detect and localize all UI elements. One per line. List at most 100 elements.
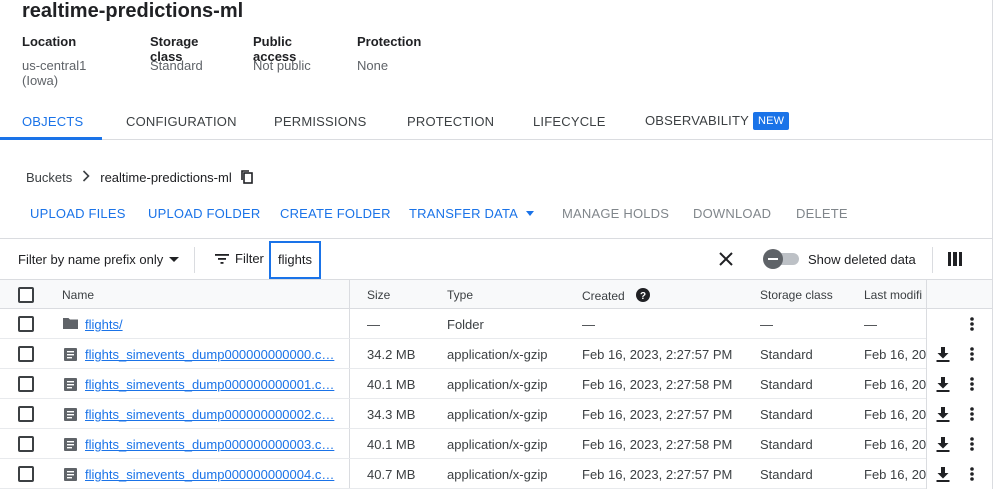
row-checkbox[interactable] (18, 406, 34, 422)
upload-folder-button[interactable]: UPLOAD FOLDER (148, 206, 260, 221)
table-row[interactable]: flights/ — Folder — — — (0, 309, 992, 339)
column-display-icon[interactable] (948, 252, 962, 271)
more-vert-icon[interactable] (970, 347, 974, 361)
object-type: Folder (447, 317, 484, 332)
object-last-modified: Feb 16, 20 (864, 347, 927, 362)
more-vert-icon[interactable] (970, 407, 974, 421)
object-size: 40.7 MB (367, 467, 416, 482)
object-name-link[interactable]: flights_simevents_dump000000000002.c… (85, 407, 334, 422)
manage-holds-button[interactable]: MANAGE HOLDS (562, 206, 669, 221)
object-name-link[interactable]: flights_simevents_dump000000000003.c… (85, 437, 334, 452)
download-icon[interactable] (936, 407, 950, 422)
table-row[interactable]: flights_simevents_dump000000000003.c… 40… (0, 429, 992, 459)
object-name-link[interactable]: flights_simevents_dump000000000004.c… (85, 467, 334, 482)
object-last-modified: Feb 16, 20 (864, 377, 927, 392)
show-deleted-toggle[interactable] (763, 249, 801, 269)
row-checkbox[interactable] (18, 346, 34, 362)
toggle-knob (763, 249, 783, 269)
header-type[interactable]: Type (447, 288, 473, 302)
filter-icon (215, 253, 229, 264)
more-vert-icon[interactable] (970, 377, 974, 391)
breadcrumb-buckets[interactable]: Buckets (26, 170, 72, 185)
show-deleted-label: Show deleted data (808, 252, 916, 267)
transfer-data-button[interactable]: TRANSFER DATA (409, 206, 535, 221)
select-all-checkbox[interactable] (18, 287, 34, 303)
svg-text:?: ? (640, 291, 646, 302)
protection-label: Protection (357, 34, 422, 49)
tab-protection[interactable]: PROTECTION (407, 114, 494, 129)
storage-class-label: Storage class (150, 34, 199, 64)
header-size[interactable]: Size (367, 288, 390, 302)
object-name-link[interactable]: flights_simevents_dump000000000001.c… (85, 377, 334, 392)
table-row[interactable]: flights_simevents_dump000000000000.c… 34… (0, 339, 992, 369)
object-size: 34.2 MB (367, 347, 416, 362)
header-created[interactable]: Created ? (582, 288, 651, 303)
download-icon[interactable] (936, 377, 950, 392)
header-created-label: Created (582, 289, 625, 303)
download-icon[interactable] (936, 437, 950, 452)
table-row[interactable]: flights_simevents_dump000000000001.c… 40… (0, 369, 992, 399)
tab-observability[interactable]: OBSERVABILITY NEW (645, 112, 790, 130)
row-checkbox[interactable] (18, 436, 34, 452)
object-type: application/x-gzip (447, 377, 548, 392)
more-vert-icon[interactable] (970, 467, 974, 481)
copy-icon[interactable] (240, 169, 254, 185)
filter-button[interactable]: Filter (215, 251, 264, 266)
chevron-right-icon (82, 169, 90, 185)
object-storage-class: Standard (760, 377, 813, 392)
scrollbar[interactable] (992, 0, 1004, 489)
delete-button[interactable]: DELETE (796, 206, 848, 221)
more-vert-icon[interactable] (970, 437, 974, 451)
public-access-label: Public access (253, 34, 297, 64)
tab-permissions[interactable]: PERMISSIONS (274, 114, 367, 129)
tab-lifecycle[interactable]: LIFECYCLE (533, 114, 606, 129)
object-name-link[interactable]: flights_simevents_dump000000000000.c… (85, 347, 334, 362)
row-checkbox[interactable] (18, 316, 34, 332)
file-icon (64, 378, 77, 391)
upload-files-button[interactable]: UPLOAD FILES (30, 206, 126, 221)
dropdown-arrow-icon (169, 257, 180, 262)
object-name-link[interactable]: flights/ (85, 317, 123, 332)
filter-mode-select[interactable]: Filter by name prefix only (18, 252, 180, 267)
file-icon (64, 468, 77, 481)
tab-objects[interactable]: OBJECTS (22, 114, 83, 129)
filter-label: Filter (235, 251, 264, 266)
object-last-modified: — (864, 317, 877, 332)
location-value: us-central1 (Iowa) (22, 58, 87, 88)
row-actions-header (927, 280, 992, 309)
object-type: application/x-gzip (447, 467, 548, 482)
object-size: 34.3 MB (367, 407, 416, 422)
object-storage-class: Standard (760, 437, 813, 452)
filter-bar: Filter by name prefix only Filter flight… (0, 238, 992, 280)
object-created: Feb 16, 2023, 2:27:58 PM (582, 437, 733, 452)
filter-mode-label: Filter by name prefix only (18, 252, 164, 267)
public-access-detail: Public access Not public (253, 34, 333, 88)
tab-configuration[interactable]: CONFIGURATION (126, 114, 237, 129)
download-icon[interactable] (936, 347, 950, 362)
protection-value: None (357, 58, 389, 73)
header-last-modified[interactable]: Last modifi (864, 288, 922, 302)
object-created: Feb 16, 2023, 2:27:57 PM (582, 347, 733, 362)
download-icon[interactable] (936, 467, 950, 482)
row-checkbox[interactable] (18, 466, 34, 482)
table-row[interactable]: flights_simevents_dump000000000002.c… 34… (0, 399, 992, 429)
header-storage-class[interactable]: Storage class (760, 288, 833, 302)
storage-class-detail: Storage class Standard (150, 34, 229, 88)
table-row[interactable]: flights_simevents_dump000000000004.c… 40… (0, 459, 992, 489)
header-name[interactable]: Name (62, 288, 94, 302)
table-header: Name Size Type Created ? Storage class L… (0, 280, 992, 309)
object-type: application/x-gzip (447, 347, 548, 362)
file-icon (64, 408, 77, 421)
folder-icon (63, 318, 78, 329)
object-storage-class: Standard (760, 467, 813, 482)
tab-bar: OBJECTS CONFIGURATION PERMISSIONS PROTEC… (0, 106, 992, 140)
row-checkbox[interactable] (18, 376, 34, 392)
object-last-modified: Feb 16, 20 (864, 407, 927, 422)
download-button[interactable]: DOWNLOAD (693, 206, 771, 221)
more-vert-icon[interactable] (970, 317, 974, 331)
chevron-down-icon (526, 211, 535, 216)
close-icon[interactable] (718, 251, 734, 272)
create-folder-button[interactable]: CREATE FOLDER (280, 206, 391, 221)
filter-input[interactable]: flights (269, 241, 321, 279)
help-icon[interactable]: ? (636, 288, 651, 302)
